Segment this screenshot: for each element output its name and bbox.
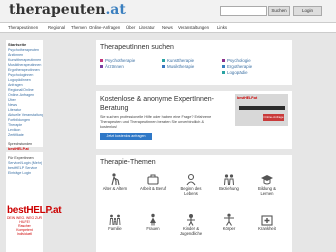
search-panel-title: TherapeutInnen suchen [100, 44, 174, 51]
theme-label: Kinder & Jugendliche [179, 226, 203, 236]
theme-label: Beziehung [219, 186, 239, 191]
theme-label: Arbeit & Beruf [139, 186, 167, 191]
search-link-aerztinnen[interactable]: ÄrztInnen [100, 64, 135, 70]
therapist-search-panel: TherapeutInnen suchen Psychotherapie Ärz… [96, 40, 292, 85]
theme-arbeit[interactable]: Arbeit & Beruf [138, 173, 168, 192]
logo-main: therapeuten [9, 2, 106, 18]
hospital-icon [261, 215, 273, 226]
theme-label: Frauen [146, 226, 160, 231]
ad-line: Individuell [16, 232, 33, 236]
promo-image-badge: Online-Anfrage [263, 114, 284, 121]
login-button[interactable]: Login [293, 6, 322, 16]
theme-label: Familie [108, 226, 122, 231]
promo-image-device [239, 106, 285, 110]
bullet-icon [100, 59, 103, 63]
nav-item-news[interactable]: News [162, 24, 173, 32]
bullet-icon [222, 59, 225, 63]
theme-label: Körper [222, 226, 236, 231]
search-links-col2: Kunsttherapie Musiktherapie [162, 58, 194, 70]
promo-image-logo: bestHELP.at [237, 96, 258, 100]
bullet-icon [100, 65, 103, 69]
sidebar-item[interactable]: Einträge Login [6, 171, 43, 176]
graduation-icon [261, 175, 273, 185]
theme-frauen[interactable]: Frauen [138, 213, 168, 232]
theme-familie[interactable]: Familie [100, 213, 130, 232]
therapy-themes-panel: Therapie-Themen Alter & Altern Arbeit & … [96, 155, 292, 252]
consultation-promo-panel: Kostenlose & anonyme ExpertInnen-Beratun… [96, 91, 292, 149]
bullet-icon [222, 71, 225, 75]
promo-image[interactable]: bestHELP.at Online-Anfrage [235, 94, 288, 126]
nav-item-regional[interactable]: Regional [48, 24, 65, 32]
main-nav: Therapeutinnen Regional Themen Online-An… [0, 22, 336, 33]
briefcase-icon [147, 174, 159, 185]
besthelp-ad[interactable]: bestHELP.at DEIN WEG. WEG ZUR HILFE! Ras… [6, 205, 62, 252]
promo-title: Kostenlose & anonyme ExpertInnen-Beratun… [100, 96, 215, 112]
ad-title: bestHELP.at [7, 205, 62, 216]
ad-subtitle: DEIN WEG. WEG ZUR HILFE! [6, 216, 43, 224]
bullet-icon [162, 59, 165, 63]
search-button[interactable]: Suchen [268, 6, 290, 16]
theme-beginn-des-lebens[interactable]: Beginn des Lebens [176, 173, 206, 197]
nav-item-veranstaltungen[interactable]: Veranstaltungen [178, 24, 209, 32]
nav-item-online-anfragen[interactable]: Online-Anfragen [89, 24, 120, 32]
nav-item-literatur[interactable]: Literatur [139, 24, 155, 32]
search-input[interactable] [220, 6, 267, 16]
child-icon [187, 214, 195, 226]
theme-label: Krankheit [258, 226, 276, 231]
header: therapeuten.at Suchen Login [0, 0, 336, 22]
theme-krankheit[interactable]: Krankheit [252, 213, 282, 232]
baby-icon [186, 173, 196, 186]
nav-item-ueber[interactable]: Über [126, 24, 135, 32]
theme-kinder[interactable]: Kinder & Jugendliche [176, 213, 206, 237]
nav-item-themen[interactable]: Themen [71, 24, 87, 32]
search-link-musiktherapie[interactable]: Musiktherapie [162, 64, 194, 70]
nav-item-links[interactable]: Links [217, 24, 227, 32]
family-icon [109, 214, 121, 226]
logo-tld: .at [105, 2, 126, 18]
body-icon [224, 213, 234, 226]
search-link-logopaedie[interactable]: Logopädie [222, 70, 252, 76]
couple-icon [224, 174, 234, 186]
theme-bildung[interactable]: Bildung & Lernen [252, 173, 282, 197]
elderly-icon [111, 173, 120, 186]
site-logo[interactable]: therapeuten.at [9, 2, 126, 18]
theme-label: Beginn des Lebens [180, 186, 202, 196]
promo-text: Sie suchen professionelle Hilfe oder hab… [100, 115, 212, 129]
theme-label: Bildung & Lernen [258, 186, 276, 196]
search-links-col3: Psychologie Ergotherapie Logopädie [222, 58, 252, 76]
theme-label: Alter & Altern [102, 186, 128, 191]
theme-beziehung[interactable]: Beziehung [214, 173, 244, 192]
bullet-icon [162, 65, 165, 69]
nav-item-therapeutinnen[interactable]: Therapeutinnen [8, 24, 38, 32]
sidebar-heading[interactable]: Startseite [6, 40, 43, 48]
search-links-col1: Psychotherapie ÄrztInnen [100, 58, 135, 70]
themes-title: Therapie-Themen [100, 159, 156, 166]
woman-icon [150, 213, 156, 226]
free-inquiry-button[interactable]: Jetzt kostenlos anfragen [100, 133, 152, 140]
bullet-icon [222, 65, 225, 69]
theme-koerper[interactable]: Körper [214, 213, 244, 232]
theme-alter[interactable]: Alter & Altern [100, 173, 130, 192]
